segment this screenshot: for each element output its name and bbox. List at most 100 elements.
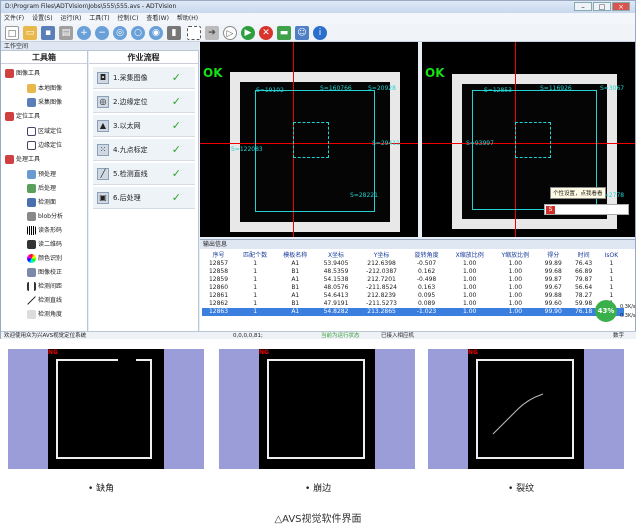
tree-group-process-tools[interactable]: 处理工具 — [5, 155, 40, 164]
col-header[interactable]: 序号 — [202, 252, 235, 260]
tree-item-qrcode[interactable]: 读二维码 — [27, 240, 62, 249]
s-label: S=93997 — [466, 140, 494, 147]
workflow-step-5[interactable]: ╱ 5.检测直线 ✓ — [93, 163, 195, 185]
workflow-step-3[interactable]: ▲ 3.以太网 ✓ — [93, 115, 195, 137]
tree-item-edge-locate[interactable]: 边缘定位 — [27, 141, 62, 150]
menu-help[interactable]: 帮助(H) — [177, 15, 198, 22]
check-icon: ✓ — [171, 95, 181, 108]
tree-item-detect-face[interactable]: 检测面 — [27, 198, 56, 207]
camera-view-left[interactable]: OK S=19102 S=160766 S=20928 S=29411 S=12… — [200, 42, 418, 237]
table-row[interactable]: 12861 1 A1 54.6413 212.8239 0.095 1.00 1.00 99.8… — [202, 292, 624, 300]
s-label: S=3067 — [600, 85, 625, 92]
angle-icon — [27, 310, 36, 319]
open-folder-icon[interactable]: ▭ — [23, 26, 37, 40]
table-row[interactable]: 12862 1 B1 47.9191 -211.5273 0.089 1.00 1.00 99.… — [202, 300, 624, 308]
table-row[interactable]: 12859 1 A1 54.1538 212.7201 -0.498 1.00 1.00 99.… — [202, 276, 624, 284]
folder-icon — [27, 84, 36, 93]
col-header[interactable]: Y坐标 — [357, 252, 407, 260]
col-header[interactable]: 得分 — [538, 252, 568, 260]
tree-item-local-image[interactable]: 本地图像 — [27, 84, 62, 93]
ng-tag: NG — [48, 349, 58, 356]
workflow-step-4[interactable]: ⁙ 4.九点标定 ✓ — [93, 139, 195, 161]
glass-outline — [267, 359, 365, 459]
workflow-step-2[interactable]: ◎ 2.边缘定位 ✓ — [93, 91, 195, 113]
print-icon[interactable]: ▤ — [59, 26, 73, 40]
table-cell: 1.00 — [508, 292, 523, 299]
tree-item-postprocess[interactable]: 后处理 — [27, 184, 56, 193]
table-row[interactable]: 12857 1 A1 53.9405 212.6398 -0.507 1.00 1.00 99.… — [202, 260, 624, 268]
menu-file[interactable]: 文件(F) — [4, 15, 24, 22]
postprocess-icon — [27, 184, 36, 193]
stop-icon[interactable]: ✕ — [259, 26, 273, 40]
arrow-right-icon[interactable]: ➔ — [205, 26, 219, 40]
tree-item-correction[interactable]: 图像校正 — [27, 268, 62, 277]
tree-item-line[interactable]: 检测直线 — [27, 296, 62, 305]
ime-toolbar[interactable]: S — [544, 204, 629, 215]
film-icon[interactable]: ▮ — [167, 26, 181, 40]
col-header[interactable]: 时间 — [568, 252, 598, 260]
table-cell: 1 — [253, 292, 258, 299]
close-button[interactable]: × — [612, 2, 630, 11]
table-cell: 54.6413 — [323, 292, 349, 299]
tree-item-spacing[interactable]: 检测间距 — [27, 282, 62, 291]
output-panel: 输出信息 序号 匹配个数 模板名称 X坐标 Y坐标 旋转角度 X缩放比例 Y缩放… — [200, 239, 636, 331]
workflow-step-1[interactable]: ◘ 1.采集图像 ✓ — [93, 67, 195, 89]
col-header[interactable]: IsOK — [599, 252, 624, 260]
check-icon: ✓ — [171, 191, 181, 204]
users-icon[interactable]: ☺ — [295, 26, 309, 40]
col-header[interactable]: 匹配个数 — [235, 252, 275, 260]
tree-item-color[interactable]: 颜色识别 — [27, 254, 62, 263]
col-header[interactable]: Y缩放比例 — [493, 252, 538, 260]
tree-item-preprocess[interactable]: 预处理 — [27, 170, 56, 179]
col-header[interactable]: X缩放比例 — [447, 252, 493, 260]
zoom-out-icon[interactable]: − — [95, 26, 109, 40]
zoom-actual-icon[interactable]: ○ — [131, 26, 145, 40]
tree-item-blob[interactable]: blob分析 — [27, 212, 63, 221]
tree-group-image-tools[interactable]: 图像工具 — [5, 69, 40, 78]
maximize-button[interactable]: □ — [593, 2, 611, 11]
table-row[interactable]: 12863 1 A1 54.8282 213.2865 -1.023 1.00 1.00 99.… — [202, 308, 624, 316]
run-continuous-icon[interactable]: ▶ — [241, 26, 255, 40]
window-title: D:\Program Files\ADTVision\Jobs\555\555.… — [5, 3, 177, 10]
minimize-button[interactable]: – — [574, 2, 592, 11]
table-cell: 0.095 — [417, 292, 436, 299]
zoom-reset-icon[interactable]: ◉ — [149, 26, 163, 40]
locate-tools-icon — [5, 112, 14, 121]
tree-item-barcode[interactable]: 读条形码 — [27, 226, 62, 235]
table-cell: -211.5273 — [366, 300, 397, 307]
menu-tools[interactable]: 工具(T) — [89, 15, 109, 22]
col-header[interactable]: 模板名称 — [275, 252, 315, 260]
menu-view[interactable]: 查看(W) — [146, 15, 169, 22]
qrcode-icon — [27, 240, 36, 249]
table-cell: A1 — [291, 276, 300, 283]
status-ok-right: OK — [425, 66, 445, 80]
tree-group-locate-tools[interactable]: 定位工具 — [5, 112, 40, 121]
tree-item-angle[interactable]: 检测角度 — [27, 310, 62, 319]
save-icon[interactable]: ▪ — [41, 26, 55, 40]
workflow-step-6[interactable]: ▣ 6.后处理 ✓ — [93, 187, 195, 209]
table-cell: 1 — [253, 268, 258, 275]
zoom-in-icon[interactable]: + — [77, 26, 91, 40]
camera-view-right[interactable]: OK S=12853 S=116926 S=3067 S=93997 S=277… — [422, 42, 635, 237]
menu-settings[interactable]: 设置(S) — [32, 15, 53, 22]
col-header[interactable]: X坐标 — [315, 252, 356, 260]
run-once-icon[interactable]: ▷ — [223, 26, 237, 40]
delete-icon[interactable]: ▬ — [277, 26, 291, 40]
table-row[interactable]: 12860 1 B1 48.0576 -211.8524 0.163 1.00 1.00 99.… — [202, 284, 624, 292]
info-icon[interactable]: i — [313, 26, 327, 40]
menu-control[interactable]: 控制(C) — [118, 15, 139, 22]
sample-crack: NG — [428, 349, 624, 469]
zoom-fit-icon[interactable]: ◎ — [113, 26, 127, 40]
table-cell: 53.9405 — [323, 260, 349, 267]
new-file-icon[interactable]: □ — [5, 26, 19, 40]
menu-run[interactable]: 运行(R) — [60, 15, 81, 22]
table-cell: 12863 — [202, 308, 236, 316]
line-icon — [27, 296, 36, 305]
table-cell: 12861 — [208, 292, 229, 299]
tree-item-capture-image[interactable]: 采集图像 — [27, 98, 62, 107]
tree-item-region-locate[interactable]: 区域定位 — [27, 127, 62, 136]
col-header[interactable]: 旋转角度 — [407, 252, 447, 260]
network-meter[interactable]: 43% — [595, 300, 617, 322]
select-rect-icon[interactable] — [187, 26, 201, 40]
table-row[interactable]: 12858 1 B1 48.5359 -212.0387 0.162 1.00 1.00 99.… — [202, 268, 624, 276]
